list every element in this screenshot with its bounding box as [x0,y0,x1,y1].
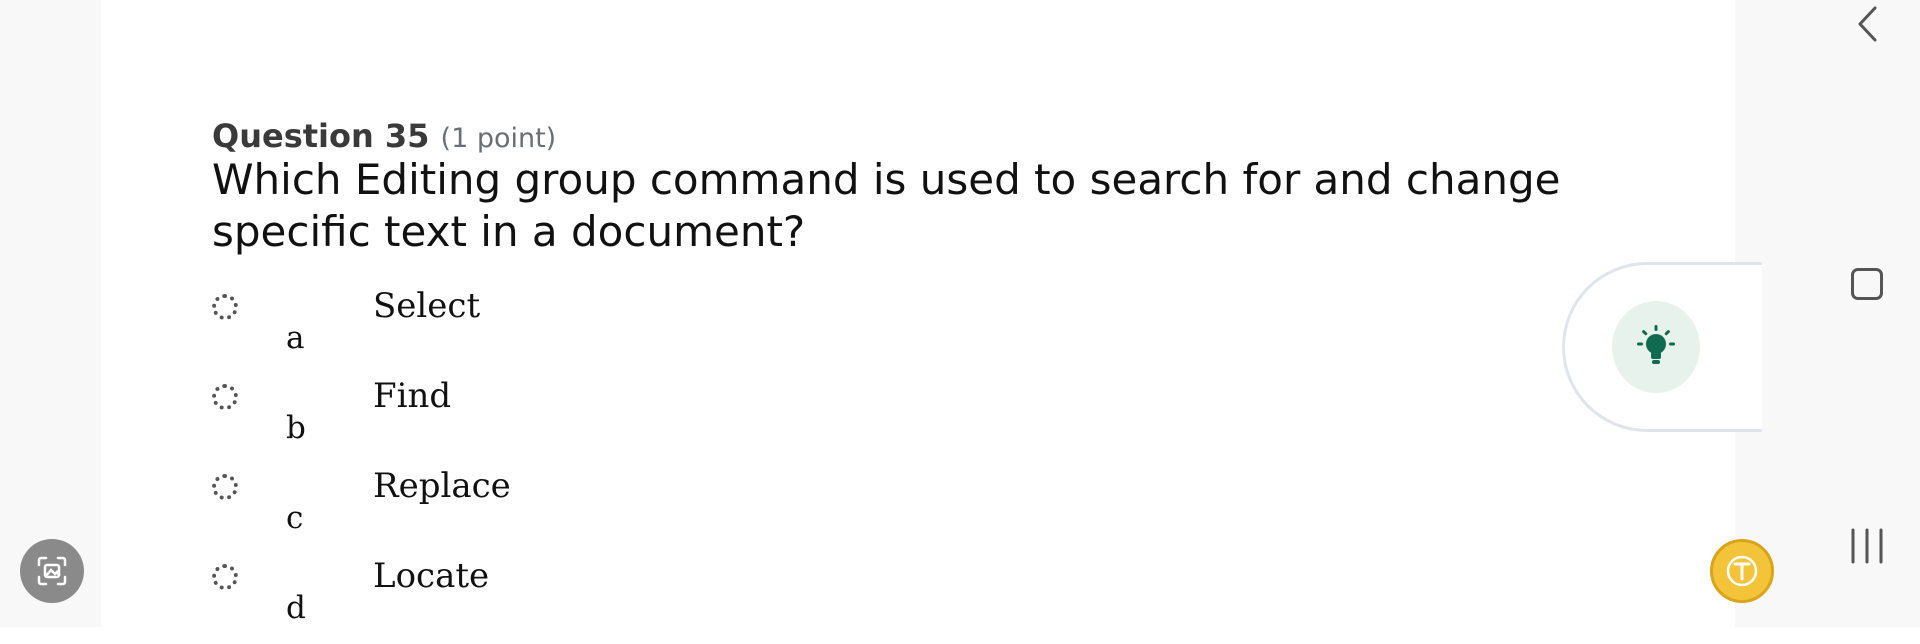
option-c[interactable]: c Replace [212,466,712,554]
text-tool-button[interactable] [1710,539,1774,603]
radio-button[interactable] [212,294,238,320]
image-scan-button[interactable] [20,539,84,603]
option-text: Replace [373,466,511,506]
option-d[interactable]: d Locate [212,556,712,644]
option-a[interactable]: a Select [212,286,712,374]
image-scan-icon [37,556,67,586]
option-text: Locate [373,556,490,596]
radio-button[interactable] [212,384,238,410]
question-points: (1 point) [440,123,557,154]
question-text: Which Editing group command is used to s… [212,155,1561,256]
radio-button[interactable] [212,564,238,590]
chevron-left-icon[interactable] [1855,4,1879,44]
question-header: Question 35 (1 point) [212,117,556,155]
option-b[interactable]: b Find [212,376,712,464]
recents-icon[interactable] [1847,528,1887,564]
question-number: Question 35 [212,117,430,155]
navigation-bar [1735,0,1920,627]
option-text: Find [373,376,452,416]
option-letter: d [286,590,306,626]
radio-button[interactable] [212,474,238,500]
left-gutter [0,0,101,627]
hint-button[interactable] [1612,301,1700,393]
option-letter: c [286,500,304,536]
option-text: Select [373,286,481,326]
lightbulb-icon [1637,325,1675,364]
option-letter: b [286,410,306,446]
home-square-icon[interactable] [1851,268,1883,300]
text-t-icon [1726,555,1758,587]
option-letter: a [286,320,305,356]
hint-panel[interactable] [1562,262,1762,432]
